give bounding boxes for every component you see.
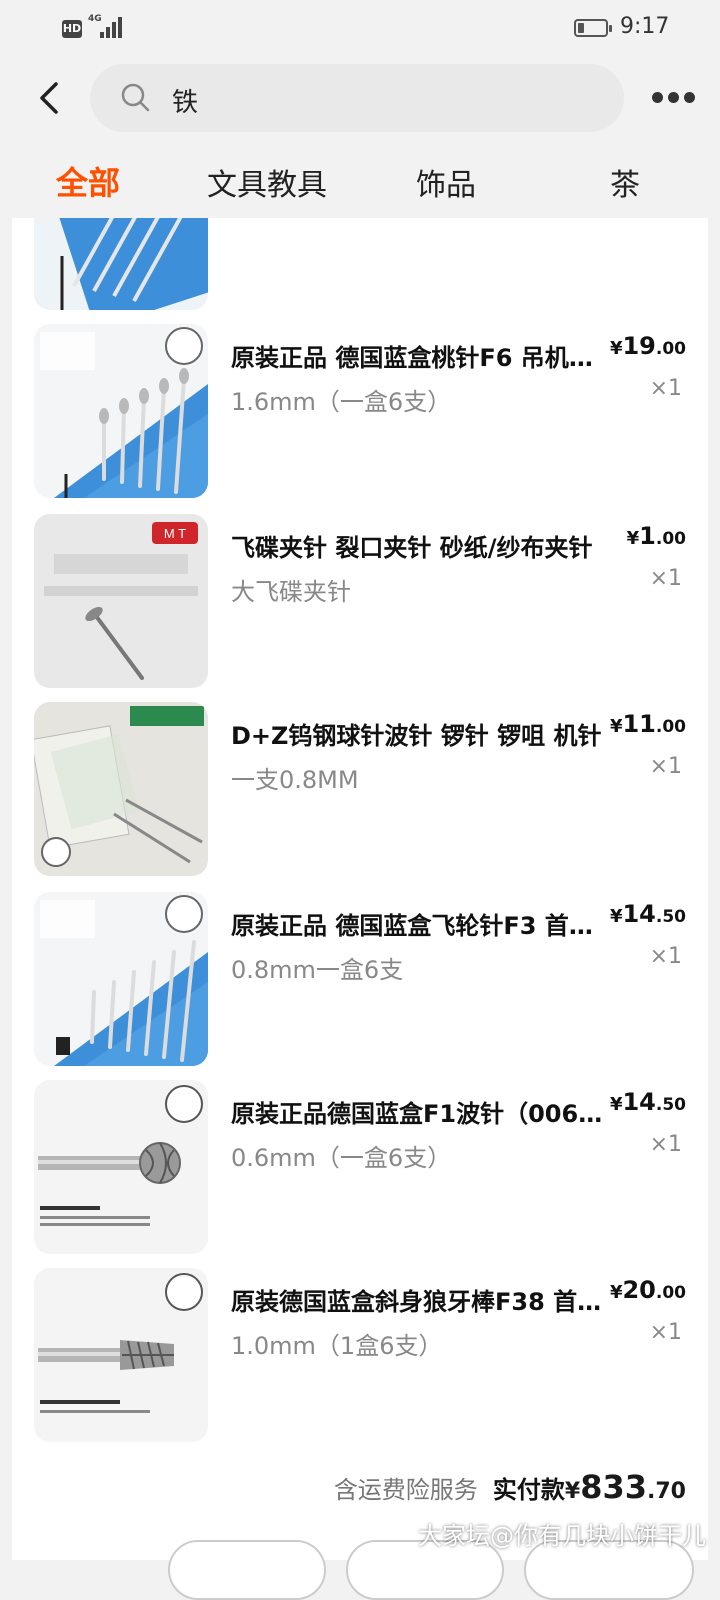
product-quantity: ×1 [649, 566, 682, 591]
more-icon [652, 92, 663, 103]
product-title: 飞碟夹针 裂口夹针 砂纸/纱布夹针 [231, 534, 593, 562]
signal-icon [100, 16, 124, 38]
tab-jewelry[interactable]: 饰品 [416, 160, 476, 204]
product-spec: 0.6mm（一盒6支） [231, 1144, 452, 1172]
order-item[interactable]: M T 飞碟夹针 裂口夹针 砂纸/纱布夹针 大飞碟夹针 ¥1.00 ×1 [12, 514, 708, 690]
product-price: ¥11.00 [609, 710, 686, 738]
product-image [34, 218, 208, 310]
order-item-partial[interactable] [12, 218, 708, 312]
order-item[interactable]: D+Z钨钢球针波针 锣针 锣咀 机针 一支0.8MM ¥11.00 ×1 [12, 702, 708, 878]
battery-icon [574, 19, 612, 37]
tab-all[interactable]: 全部 [56, 158, 120, 204]
product-title: 原装德国蓝盒斜身狼牙棒F38 首饰工具 [231, 1288, 611, 1316]
order-item[interactable]: 原装正品 德国蓝盒飞轮针F3 首饰工具 0.8mm一盒6支 ¥14.50 ×1 [12, 892, 708, 1068]
product-quantity: ×1 [649, 376, 682, 401]
product-image: M T [34, 514, 208, 688]
action-button[interactable] [168, 1540, 326, 1600]
product-quantity: ×1 [649, 1320, 682, 1345]
tab-tea[interactable]: 茶 [610, 160, 640, 204]
order-total: 含运费险服务 实付款¥833.70 [333, 1468, 686, 1506]
chevron-left-icon [40, 82, 58, 114]
product-quantity: ×1 [649, 944, 682, 969]
product-quantity: ×1 [649, 1132, 682, 1157]
product-spec: 0.8mm一盒6支 [231, 956, 404, 984]
order-item[interactable]: 原装正品德国蓝盒F1波针（006-027） 0.6mm（一盒6支） ¥14.50… [12, 1080, 708, 1256]
product-image [34, 892, 208, 1066]
product-price: ¥14.50 [609, 900, 686, 928]
product-title: 原装正品 德国蓝盒飞轮针F3 首饰工具 [231, 912, 611, 940]
order-item-list: 原装正品 德国蓝盒桃针F6 吊机针 首饰工具 1.6mm（一盒6支） ¥19.0… [12, 218, 708, 1560]
product-image [34, 324, 208, 498]
search-icon [121, 83, 150, 112]
more-button[interactable] [652, 90, 696, 106]
shipping-insurance-note: 含运费险服务 [333, 1476, 478, 1504]
svg-text:M T: M T [164, 526, 186, 541]
back-button[interactable] [34, 78, 70, 118]
clock: 9:17 [620, 14, 670, 39]
product-title: 原装正品 德国蓝盒桃针F6 吊机针 首饰工具 [231, 344, 611, 372]
hd-icon: HD [62, 20, 82, 38]
product-quantity: ×1 [649, 754, 682, 779]
status-bar: HD 4G 9:17 [0, 0, 720, 58]
product-image [34, 702, 208, 876]
product-spec: 1.0mm（1盒6支） [231, 1332, 443, 1360]
product-spec: 1.6mm（一盒6支） [231, 388, 452, 416]
watermark: 大家坛@你有几块小饼干儿 [418, 1522, 706, 1550]
product-price: ¥20.00 [609, 1276, 686, 1304]
total-amount: 833 [580, 1468, 648, 1506]
product-spec: 大飞碟夹针 [231, 578, 351, 606]
order-item[interactable]: 原装德国蓝盒斜身狼牙棒F38 首饰工具 1.0mm（1盒6支） ¥20.00 ×… [12, 1268, 708, 1444]
total-label: 实付款 [492, 1476, 565, 1504]
product-image [34, 1268, 208, 1442]
search-bar[interactable]: 铁 [90, 64, 624, 132]
product-spec: 一支0.8MM [231, 766, 359, 794]
order-item[interactable]: 原装正品 德国蓝盒桃针F6 吊机针 首饰工具 1.6mm（一盒6支） ¥19.0… [12, 324, 708, 500]
product-price: ¥14.50 [609, 1088, 686, 1116]
product-image [34, 1080, 208, 1254]
category-tabs: 全部 文具教具 饰品 茶 [0, 160, 720, 216]
product-price: ¥19.00 [609, 332, 686, 360]
product-title: 原装正品德国蓝盒F1波针（006-027） [231, 1100, 611, 1128]
product-price: ¥1.00 [626, 522, 686, 550]
product-title: D+Z钨钢球针波针 锣针 锣咀 机针 [231, 722, 602, 750]
search-input[interactable]: 铁 [172, 82, 198, 119]
tab-stationery[interactable]: 文具教具 [207, 160, 327, 204]
